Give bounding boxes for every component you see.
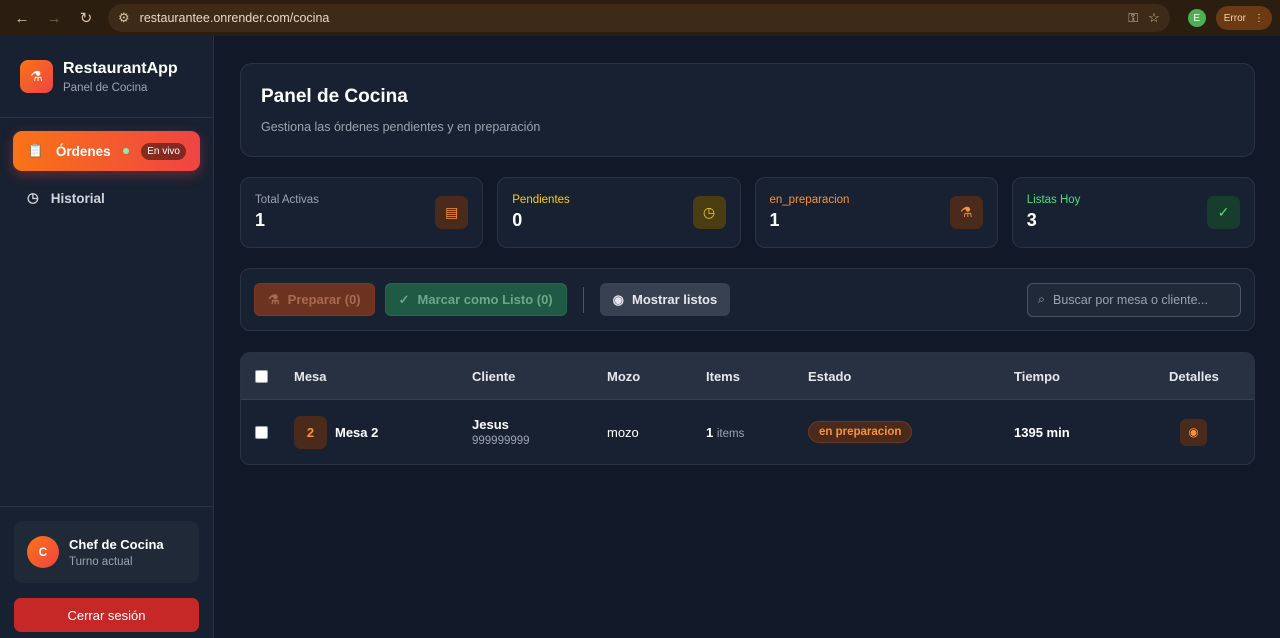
table-header: Mesa Cliente Mozo Items Estado Tiempo De…: [241, 353, 1254, 400]
clock-icon: ◷: [692, 196, 726, 229]
clipboard-icon: ▤: [435, 196, 469, 229]
row-checkbox[interactable]: [255, 425, 268, 439]
stat-pendientes: Pendientes 0 ◷: [497, 177, 741, 248]
tiempo-cell: 1395 min: [1014, 424, 1070, 440]
sidebar-menu: 📋 Órdenes En vivo ◷ Historial: [0, 118, 213, 238]
search-placeholder: Buscar por mesa o cliente...: [1053, 292, 1208, 307]
items-count: 1: [706, 424, 714, 440]
eye-icon: ◉: [1188, 425, 1199, 439]
page-title: Panel de Cocina: [261, 86, 408, 107]
back-icon[interactable]: ←: [8, 4, 36, 32]
avatar: C: [27, 536, 59, 568]
items-cell: 1 items: [706, 425, 744, 440]
search-input[interactable]: ⌕ Buscar por mesa o cliente...: [1027, 282, 1241, 317]
url-text: restaurantee.onrender.com/cocina: [139, 11, 330, 25]
col-detalles[interactable]: Detalles: [1169, 369, 1219, 384]
cliente-phone: 999999999: [472, 435, 530, 447]
user-shift: Turno actual: [69, 555, 133, 568]
preparar-button[interactable]: ⚗ Preparar (0): [254, 283, 375, 316]
items-suffix: items: [716, 427, 745, 440]
preparar-label: Preparar (0): [287, 292, 361, 307]
live-dot: [123, 148, 130, 154]
mostrar-listos-label: Mostrar listos: [631, 292, 718, 307]
stat-total-activas: Total Activas 1 ▤: [240, 177, 484, 248]
eye-icon: ◉: [612, 291, 624, 307]
page-header: Panel de Cocina Gestiona las órdenes pen…: [240, 63, 1255, 157]
live-badge: En vivo: [141, 142, 186, 160]
mesa-name: Mesa 2: [335, 424, 379, 440]
sidebar-item-label: Historial: [50, 190, 105, 206]
marcar-listo-label: Marcar como Listo (0): [417, 292, 553, 307]
user-card: C Chef de Cocina Turno actual: [14, 521, 199, 583]
brand-subtitle: Panel de Cocina: [63, 81, 148, 94]
reload-icon[interactable]: ↻: [72, 4, 100, 32]
search-icon: ⌕: [1038, 292, 1046, 306]
error-button[interactable]: Error ⋮: [1215, 6, 1272, 30]
main-content: Panel de Cocina Gestiona las órdenes pen…: [214, 36, 1280, 638]
col-mesa[interactable]: Mesa: [294, 369, 327, 384]
sidebar-item-historial[interactable]: ◷ Historial: [13, 178, 200, 218]
logout-button[interactable]: Cerrar sesión: [14, 598, 199, 632]
col-mozo[interactable]: Mozo: [607, 369, 640, 384]
mostrar-listos-button[interactable]: ◉ Mostrar listos: [599, 283, 731, 316]
stat-value: 0: [512, 210, 523, 230]
sidebar-item-ordenes[interactable]: 📋 Órdenes En vivo: [13, 131, 200, 171]
browser-chrome: ← → ↻ ⚙ restaurantee.onrender.com/cocina…: [0, 0, 1280, 36]
divider: [0, 506, 213, 507]
stat-label: Pendientes: [512, 194, 570, 206]
col-tiempo[interactable]: Tiempo: [1014, 369, 1060, 384]
forward-icon[interactable]: →: [40, 4, 68, 32]
select-all-checkbox[interactable]: [255, 369, 268, 383]
error-label: Error: [1223, 12, 1246, 24]
stat-label: en_preparacion: [769, 194, 850, 206]
check-icon: ✓: [398, 291, 410, 307]
clipboard-icon: 📋: [27, 143, 44, 158]
status-badge: en preparacion: [808, 421, 913, 443]
table-row[interactable]: 2 Mesa 2 Jesus 999999999 mozo 1 items en…: [241, 400, 1254, 464]
profile-avatar[interactable]: E: [1187, 9, 1206, 27]
stat-en-preparacion: en_preparacion 1 ⚗: [754, 177, 998, 248]
mesa-number-badge: 2: [294, 415, 327, 449]
brand-name: RestaurantApp: [63, 59, 178, 77]
more-icon: ⋮: [1254, 12, 1264, 24]
cliente-name: Jesus: [472, 417, 509, 432]
mozo-cell: mozo: [607, 424, 639, 440]
address-bar[interactable]: ⚙ restaurantee.onrender.com/cocina ⚿ ☆: [108, 4, 1170, 32]
col-estado[interactable]: Estado: [808, 369, 851, 384]
col-items[interactable]: Items: [706, 369, 740, 384]
col-cliente[interactable]: Cliente: [472, 369, 515, 384]
stat-listas-hoy: Listas Hoy 3 ✓: [1011, 177, 1255, 248]
stat-value: 3: [1026, 210, 1037, 230]
mesa-cell: 2 Mesa 2: [294, 415, 379, 449]
sidebar: ⚗ RestaurantApp Panel de Cocina 📋 Órdene…: [0, 36, 214, 638]
flask-icon: ⚗: [949, 196, 983, 229]
flask-icon: ⚗: [20, 60, 53, 93]
stat-label: Total Activas: [255, 194, 319, 206]
stat-value: 1: [255, 210, 266, 230]
marcar-listo-button[interactable]: ✓ Marcar como Listo (0): [384, 283, 567, 316]
cliente-cell: Jesus 999999999: [472, 417, 530, 447]
site-settings-icon[interactable]: ⚙: [118, 10, 130, 26]
sidebar-item-label: Órdenes: [55, 143, 111, 159]
toolbar-divider: [582, 286, 584, 313]
clock-icon: ◷: [27, 190, 39, 205]
toolbar: ⚗ Preparar (0) ✓ Marcar como Listo (0) ◉ Mo…: [240, 268, 1255, 331]
user-name: Chef de Cocina: [69, 536, 164, 552]
star-icon[interactable]: ☆: [1148, 10, 1160, 26]
stat-value: 1: [769, 210, 780, 230]
stats-row: Total Activas 1 ▤ Pendientes 0 ◷ en_prepar…: [240, 177, 1255, 248]
orders-table: Mesa Cliente Mozo Items Estado Tiempo De…: [240, 352, 1255, 465]
stat-label: Listas Hoy: [1026, 194, 1081, 206]
page-subtitle: Gestiona las órdenes pendientes y en pre…: [261, 120, 541, 134]
brand: ⚗ RestaurantApp Panel de Cocina: [0, 36, 213, 118]
key-icon[interactable]: ⚿: [1128, 10, 1138, 26]
flask-icon: ⚗: [268, 291, 280, 307]
view-details-button[interactable]: ◉: [1180, 418, 1207, 446]
check-icon: ✓: [1207, 196, 1240, 229]
